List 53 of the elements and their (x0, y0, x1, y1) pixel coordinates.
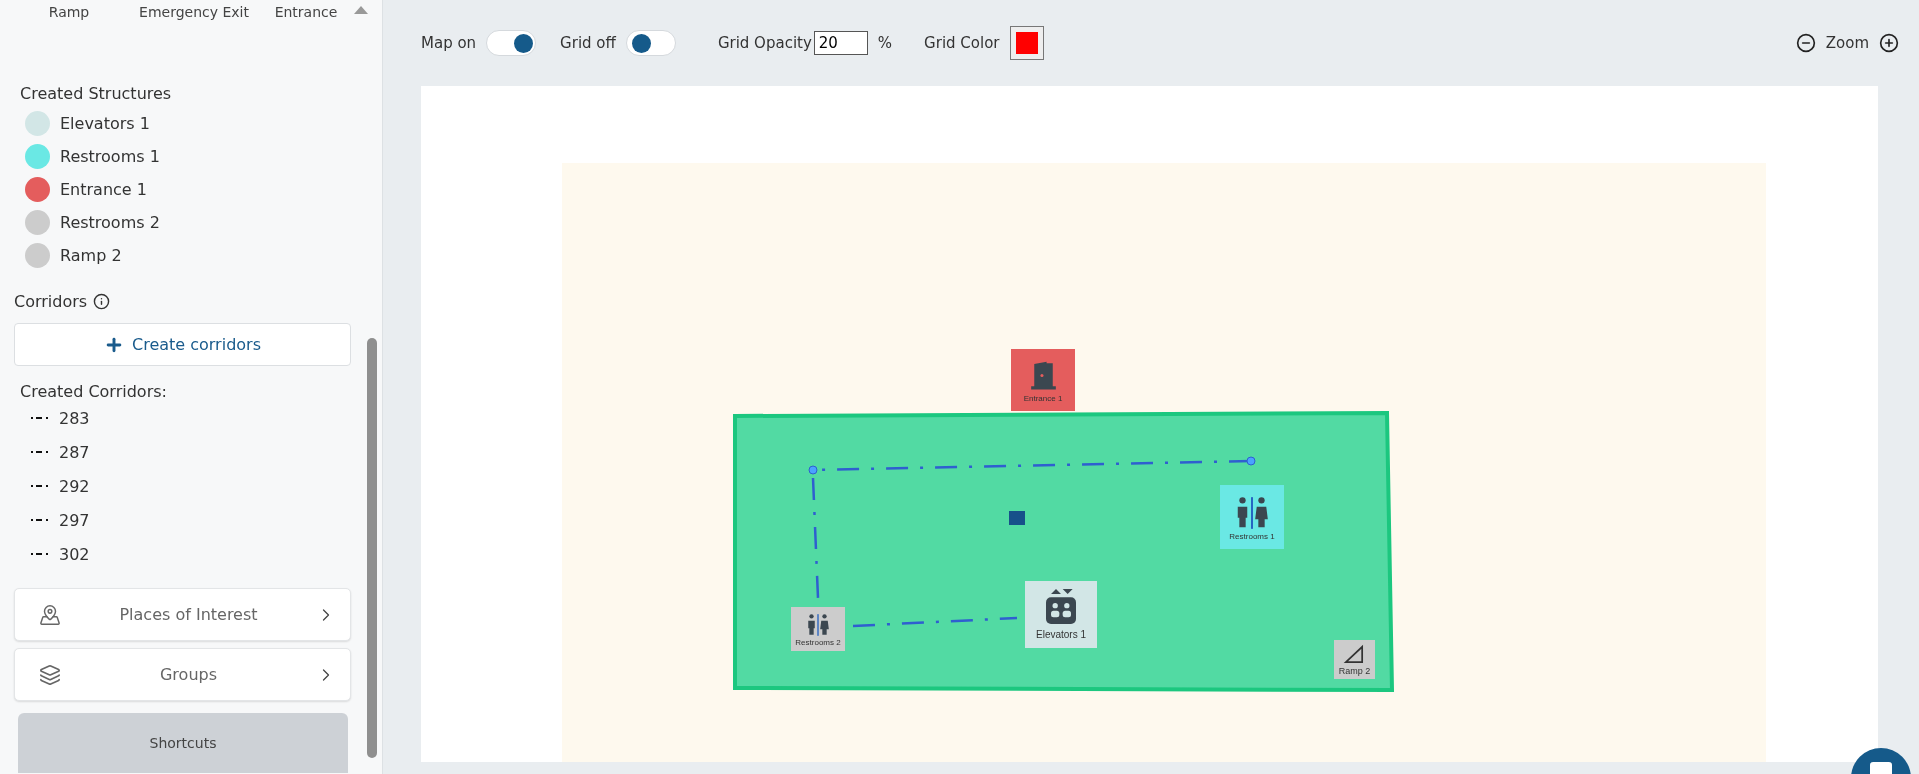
grid-color-label: Grid Color (924, 34, 1000, 52)
corridor-name[interactable]: 287 (59, 442, 90, 462)
dash-dot-line-icon (31, 484, 49, 488)
corridor-segment[interactable] (808, 456, 1256, 475)
corridor-name[interactable]: 297 (59, 510, 90, 530)
create-corridors-button[interactable]: Create corridors (14, 323, 351, 366)
dash-dot-line-icon (31, 552, 49, 556)
section-title: Created Structures (20, 84, 173, 103)
corridor-segment[interactable] (852, 616, 1018, 628)
dash-dot-line-icon (31, 450, 49, 454)
structure-marker[interactable]: Elevators 1 (1025, 581, 1097, 648)
info-icon[interactable] (93, 293, 111, 310)
section-title: Created Corridors: (20, 382, 168, 401)
map-pin-icon (39, 603, 61, 626)
zoom-out-icon[interactable] (1795, 33, 1816, 53)
structure-name[interactable]: Restrooms 1 (60, 147, 160, 166)
structure-name[interactable]: Ramp 2 (60, 246, 122, 265)
structure-marker[interactable]: Restrooms 1 (1220, 485, 1284, 549)
structure-type-label: Entrance (273, 4, 339, 20)
toggle-label: Map on (421, 34, 477, 52)
section-title: Corridors (14, 292, 88, 311)
toggle-switch[interactable] (486, 30, 537, 56)
structure-marker[interactable]: Ramp 2 (1334, 640, 1375, 679)
structure-marker[interactable]: Entrance 1 (1011, 349, 1075, 411)
toggle-label: Grid off (560, 34, 616, 52)
corridor-name[interactable]: 283 (59, 408, 90, 428)
restroom-icon (805, 611, 831, 638)
layers-icon (39, 663, 61, 686)
grid-opacity-field[interactable]: 20 (813, 31, 868, 55)
zoom-label: Zoom (1825, 34, 1869, 52)
dash-dot-line-icon (31, 518, 49, 522)
dash-dot-line-icon (31, 416, 49, 420)
structure-type-label: Emergency Exit (138, 4, 250, 20)
structure-marker[interactable]: Restrooms 2 (791, 607, 845, 651)
structure-type-label: Ramp (47, 4, 91, 20)
structure-name[interactable]: Elevators 1 (60, 114, 150, 133)
corridor-name[interactable]: 292 (59, 476, 90, 496)
section-card[interactable]: Places of Interest (14, 588, 351, 641)
percent-unit: % (877, 34, 893, 52)
shortcuts-button[interactable]: Shortcuts (18, 713, 348, 773)
grid-color-swatch[interactable] (1009, 26, 1044, 60)
scrollbar-thumb[interactable] (367, 338, 377, 758)
ramp-icon (1343, 643, 1366, 666)
section-card[interactable]: Groups (14, 648, 351, 701)
grid-opacity-label: Grid Opacity (717, 34, 812, 52)
structure-name[interactable]: Restrooms 2 (60, 213, 160, 232)
scroll-up-icon[interactable] (354, 6, 368, 14)
toggle-switch[interactable] (625, 30, 676, 56)
corridor-segment[interactable] (811, 477, 820, 599)
map-marker-square (1009, 511, 1025, 525)
structure-name[interactable]: Entrance 1 (60, 180, 147, 199)
corridor-name[interactable]: 302 (59, 544, 90, 564)
zoom-in-icon[interactable] (1879, 33, 1899, 53)
